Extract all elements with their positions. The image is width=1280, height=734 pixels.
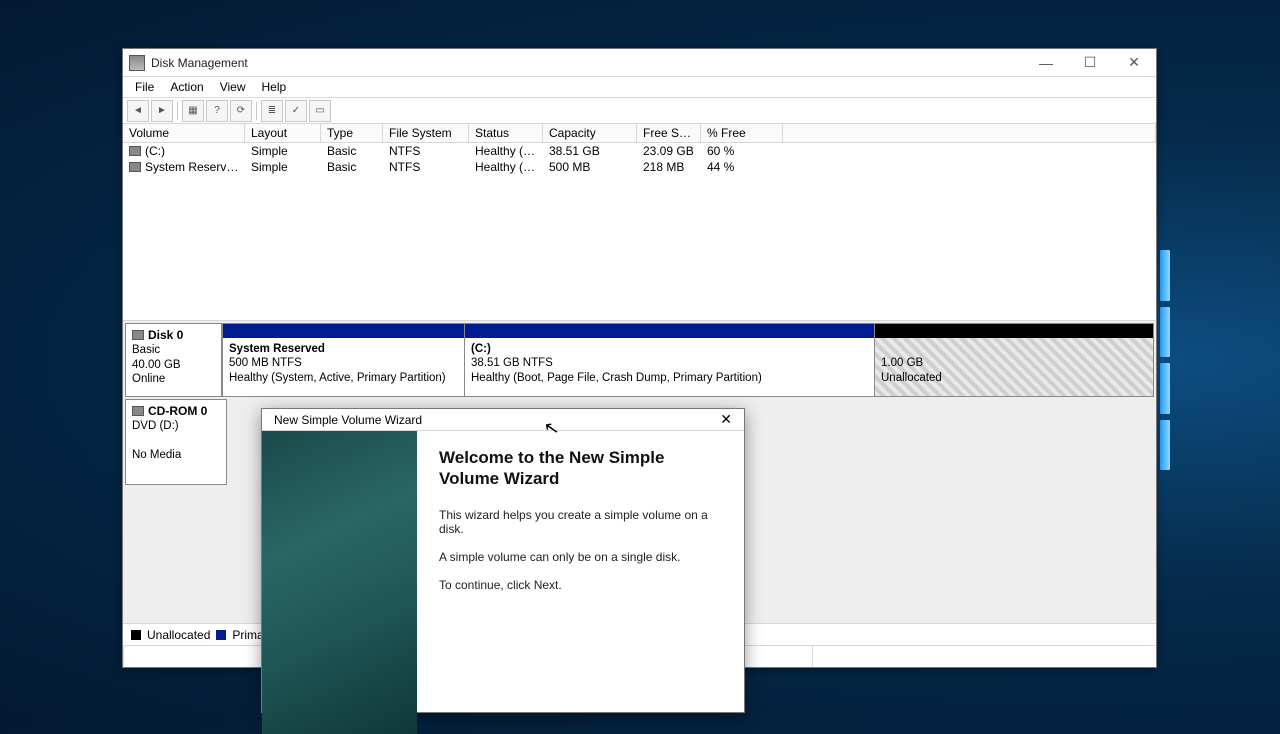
menu-file[interactable]: File [127,78,162,96]
volume-list[interactable]: (C:) Simple Basic NTFS Healthy (B... 38.… [123,143,1156,321]
refresh-icon[interactable]: ⟳ [230,100,252,122]
wizard-title: New Simple Volume Wizard [268,413,422,427]
wizard-close-button[interactable]: ✕ [714,411,738,428]
app-icon [129,55,145,71]
col-pct[interactable]: % Free [701,124,783,142]
disk-0-label: Disk 0 Basic 40.00 GB Online [126,324,222,396]
window-title: Disk Management [151,56,1024,70]
swatch-primary [216,630,226,640]
cdrom-row[interactable]: CD-ROM 0 DVD (D:) No Media [125,399,227,485]
col-status[interactable]: Status [469,124,543,142]
col-type[interactable]: Type [321,124,383,142]
partition-bar [465,324,874,338]
wizard-text: This wizard helps you create a simple vo… [439,508,722,536]
help-icon[interactable]: ? [206,100,228,122]
menu-action[interactable]: Action [162,78,211,96]
wizard-titlebar[interactable]: New Simple Volume Wizard ✕ [262,409,744,431]
list-icon[interactable]: ≣ [261,100,283,122]
menubar: File Action View Help [123,77,1156,98]
disk-0-row[interactable]: Disk 0 Basic 40.00 GB Online System Rese… [125,323,1154,397]
new-simple-volume-wizard: New Simple Volume Wizard ✕ Welcome to th… [261,408,745,713]
swatch-unallocated [131,630,141,640]
close-button[interactable]: ✕ [1112,49,1156,76]
partition-unallocated[interactable]: 1.00 GB Unallocated [874,324,1153,396]
wizard-content: Welcome to the New Simple Volume Wizard … [417,431,744,734]
volume-row[interactable]: System Reserved Simple Basic NTFS Health… [123,159,1156,175]
maximize-button[interactable]: ☐ [1068,49,1112,76]
wizard-text: A simple volume can only be on a single … [439,550,722,564]
col-capacity[interactable]: Capacity [543,124,637,142]
partition-bar [875,324,1153,338]
disk-icon [129,162,141,172]
partition-bar [223,324,464,338]
cdrom-label: CD-ROM 0 DVD (D:) No Media [126,400,222,484]
titlebar[interactable]: Disk Management — ☐ ✕ [123,49,1156,77]
minimize-button[interactable]: — [1024,49,1068,76]
menu-view[interactable]: View [212,78,254,96]
cd-icon [132,406,144,416]
disk-icon [132,330,144,340]
volume-header[interactable]: Volume Layout Type File System Status Ca… [123,124,1156,143]
settings-icon[interactable]: ▭ [309,100,331,122]
wizard-text: To continue, click Next. [439,578,722,592]
col-free[interactable]: Free Spa... [637,124,701,142]
col-layout[interactable]: Layout [245,124,321,142]
col-volume[interactable]: Volume [123,124,245,142]
menu-help[interactable]: Help [254,78,295,96]
wizard-heading: Welcome to the New Simple Volume Wizard [439,447,722,490]
wizard-banner [262,431,417,734]
volume-row[interactable]: (C:) Simple Basic NTFS Healthy (B... 38.… [123,143,1156,159]
col-fs[interactable]: File System [383,124,469,142]
properties-icon[interactable]: ▦ [182,100,204,122]
back-icon[interactable]: ◄ [127,100,149,122]
rescan-icon[interactable]: ✓ [285,100,307,122]
toolbar: ◄ ► ▦ ? ⟳ ≣ ✓ ▭ [123,98,1156,124]
disk-icon [129,146,141,156]
partition-system-reserved[interactable]: System Reserved 500 MB NTFS Healthy (Sys… [222,324,464,396]
forward-icon[interactable]: ► [151,100,173,122]
partition-c[interactable]: (C:) 38.51 GB NTFS Healthy (Boot, Page F… [464,324,874,396]
